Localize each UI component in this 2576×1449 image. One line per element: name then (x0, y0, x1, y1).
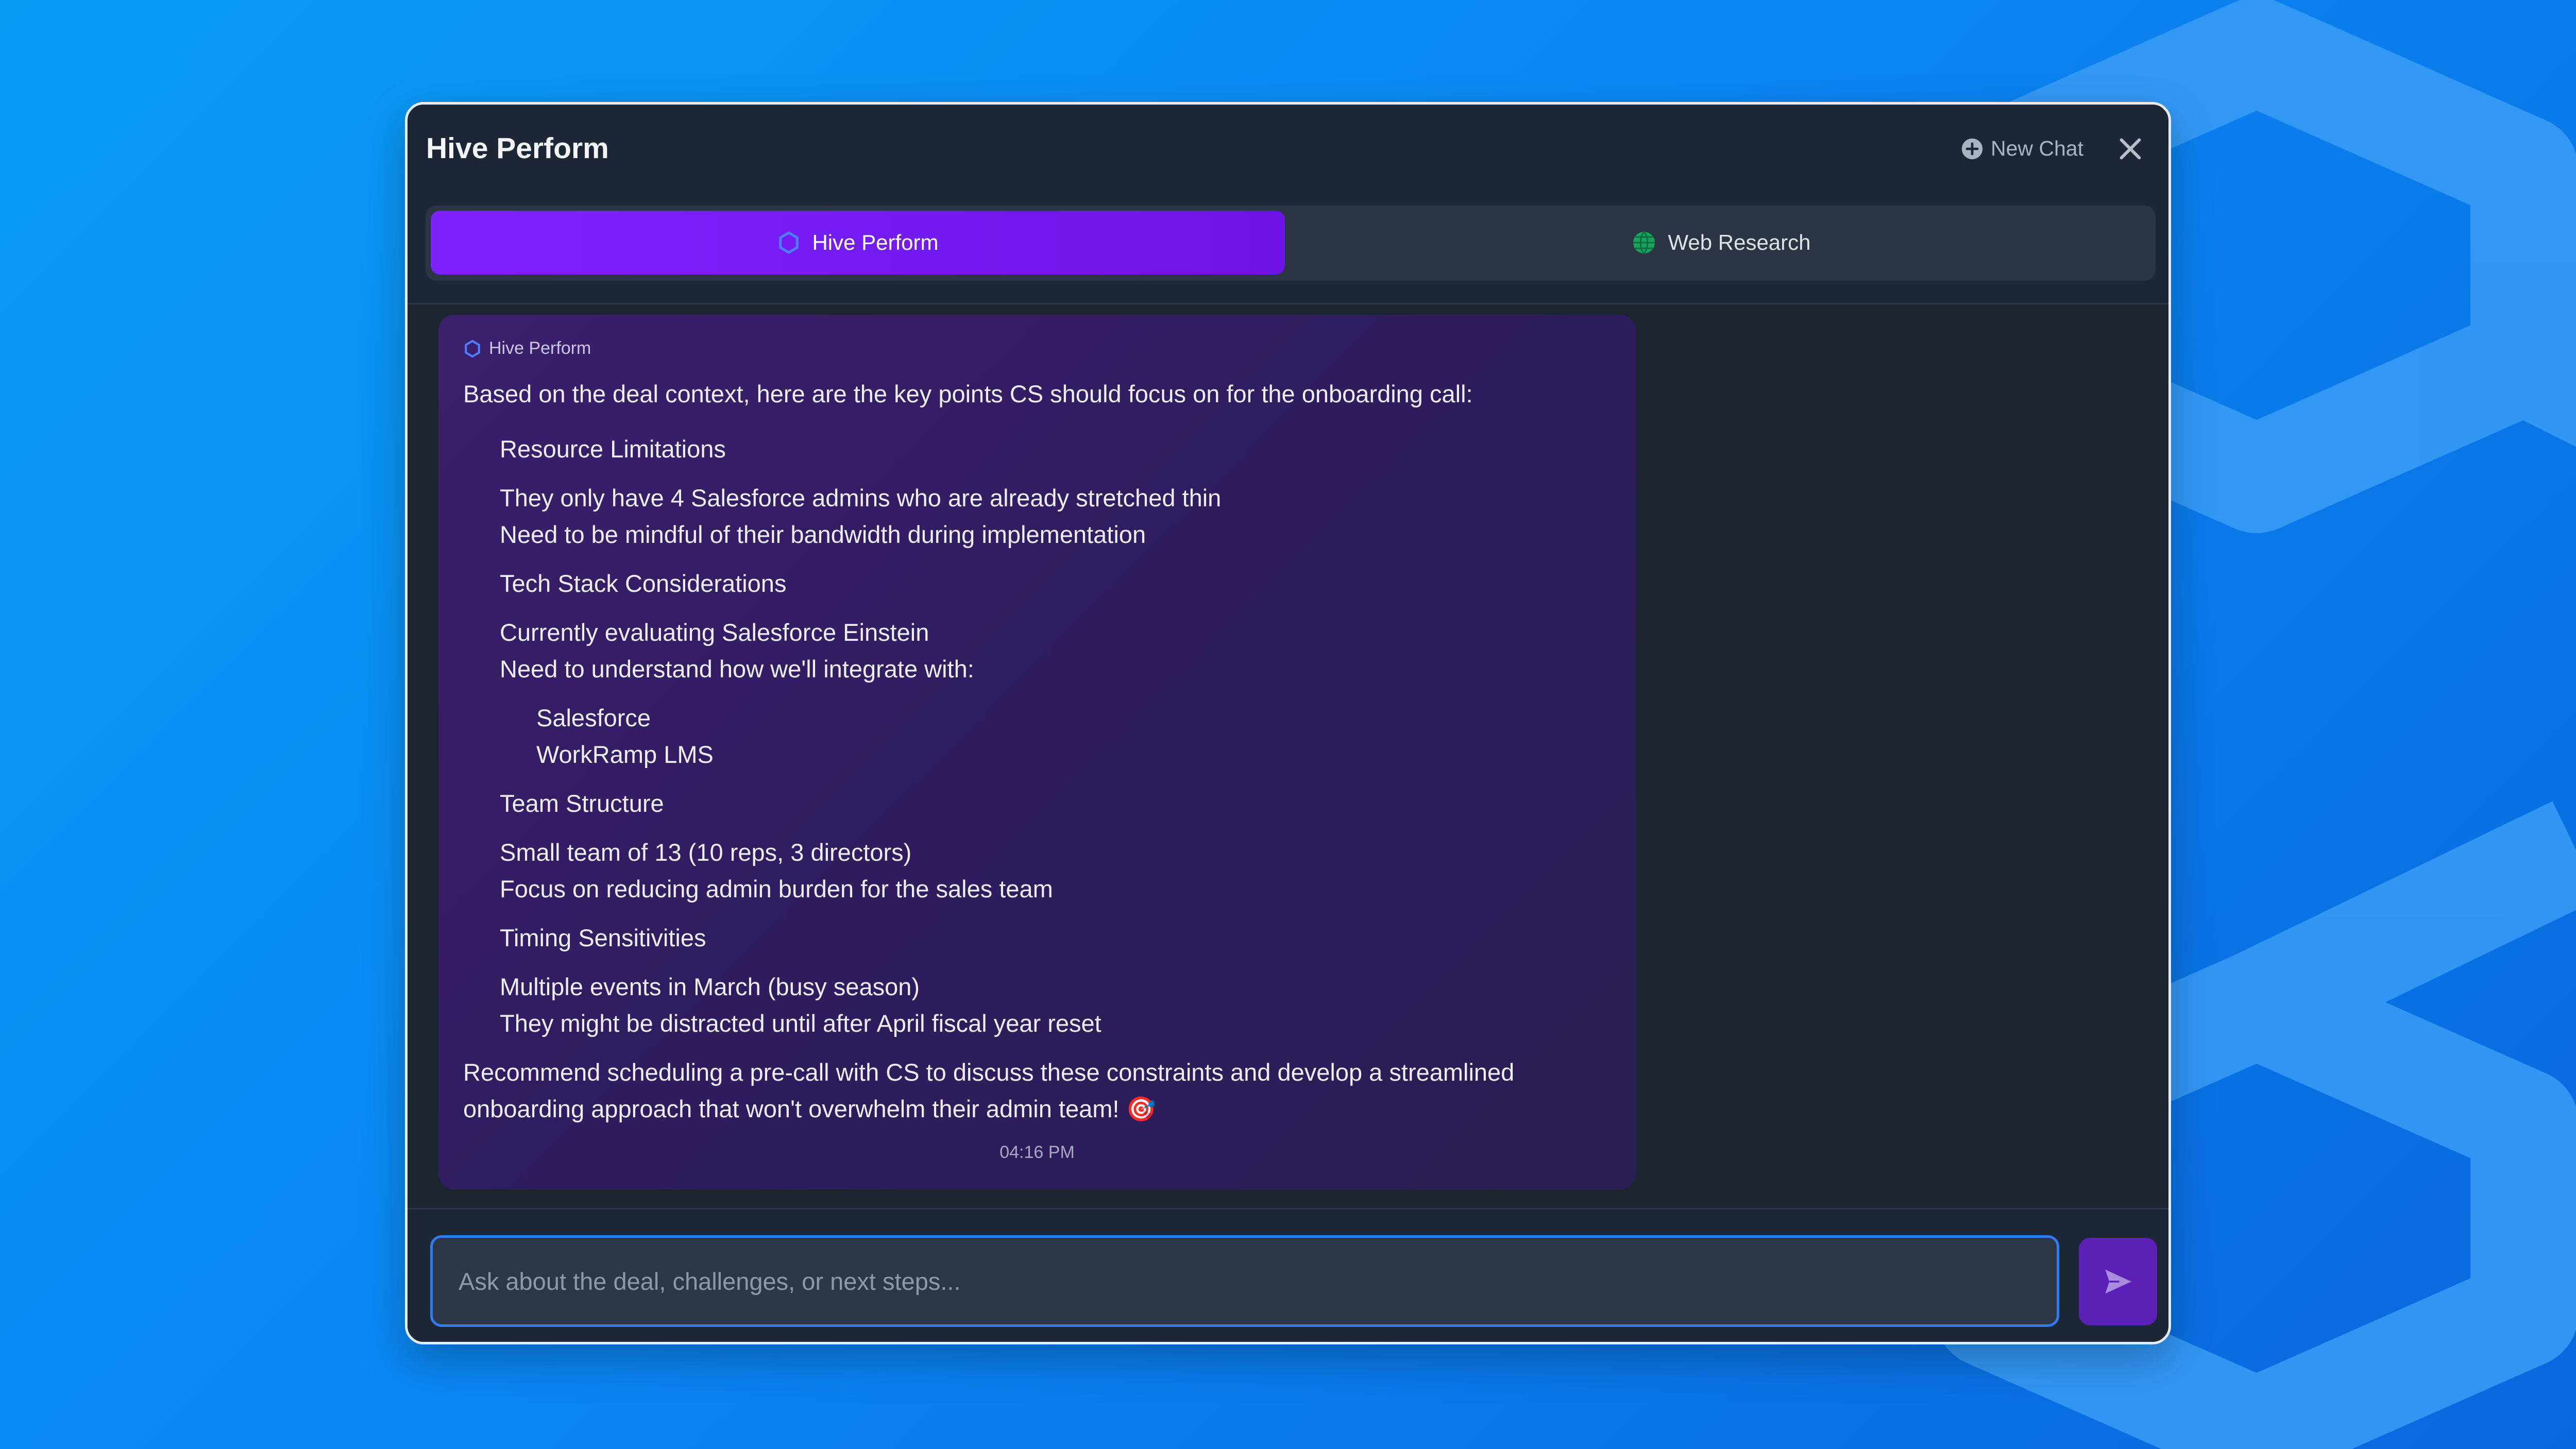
message-line: WorkRamp LMS (536, 741, 714, 768)
message-input[interactable] (430, 1235, 2059, 1327)
chat-window: Hive Perform New Chat Hive Perform Web R… (405, 102, 2171, 1344)
send-icon (2105, 1269, 2131, 1294)
tab-label: Hive Perform (812, 230, 939, 254)
message-conclusion: Recommend scheduling a pre-call with CS … (463, 1059, 1515, 1086)
message-sender: Hive Perform (463, 338, 591, 359)
message-heading: Team Structure (500, 790, 664, 817)
window-header: Hive Perform New Chat (408, 105, 2168, 202)
message-line: Salesforce (536, 704, 651, 731)
message-line: Multiple events in March (busy season) (500, 973, 920, 1000)
tab-label: Web Research (1668, 230, 1811, 254)
window-title: Hive Perform (426, 132, 609, 165)
message-line: They might be distracted until after Apr… (500, 1010, 1101, 1037)
hexagon-icon (465, 339, 480, 357)
tab-hive-perform[interactable]: Hive Perform (431, 211, 1285, 275)
message-intro: Based on the deal context, here are the … (463, 380, 1473, 407)
message-line: Need to be mindful of their bandwidth du… (500, 521, 1146, 548)
message-line: They only have 4 Salesforce admins who a… (500, 484, 1222, 512)
message-timestamp: 04:16 PM (999, 1143, 1075, 1162)
message-line: Need to understand how we'll integrate w… (500, 655, 974, 683)
plus-circle-icon (1961, 138, 1983, 159)
hexagon-icon (779, 231, 799, 254)
assistant-message: Hive Perform Based on the deal context, … (438, 315, 1636, 1189)
chat-messages-area[interactable]: Hive Perform Based on the deal context, … (408, 304, 2168, 1208)
new-chat-label: New Chat (1990, 137, 2083, 160)
message-line: Focus on reducing admin burden for the s… (500, 875, 1053, 902)
message-conclusion: onboarding approach that won't overwhelm… (463, 1095, 1157, 1122)
message-heading: Resource Limitations (500, 435, 726, 463)
message-heading: Tech Stack Considerations (500, 570, 787, 597)
send-button[interactable] (2079, 1238, 2157, 1325)
sender-name: Hive Perform (489, 338, 591, 358)
tab-web-research[interactable]: Web Research (1291, 211, 2151, 275)
composer (408, 1209, 2168, 1342)
desktop-background: Hive Perform New Chat Hive Perform Web R… (0, 0, 2576, 1449)
globe-icon (1633, 231, 1655, 254)
close-icon[interactable] (2117, 135, 2144, 162)
message-line: Small team of 13 (10 reps, 3 directors) (500, 839, 912, 866)
message-line: Currently evaluating Salesforce Einstein (500, 619, 929, 646)
message-heading: Timing Sensitivities (500, 924, 706, 951)
new-chat-button[interactable]: New Chat (1961, 137, 2083, 161)
mode-tabs: Hive Perform Web Research (426, 206, 2156, 281)
